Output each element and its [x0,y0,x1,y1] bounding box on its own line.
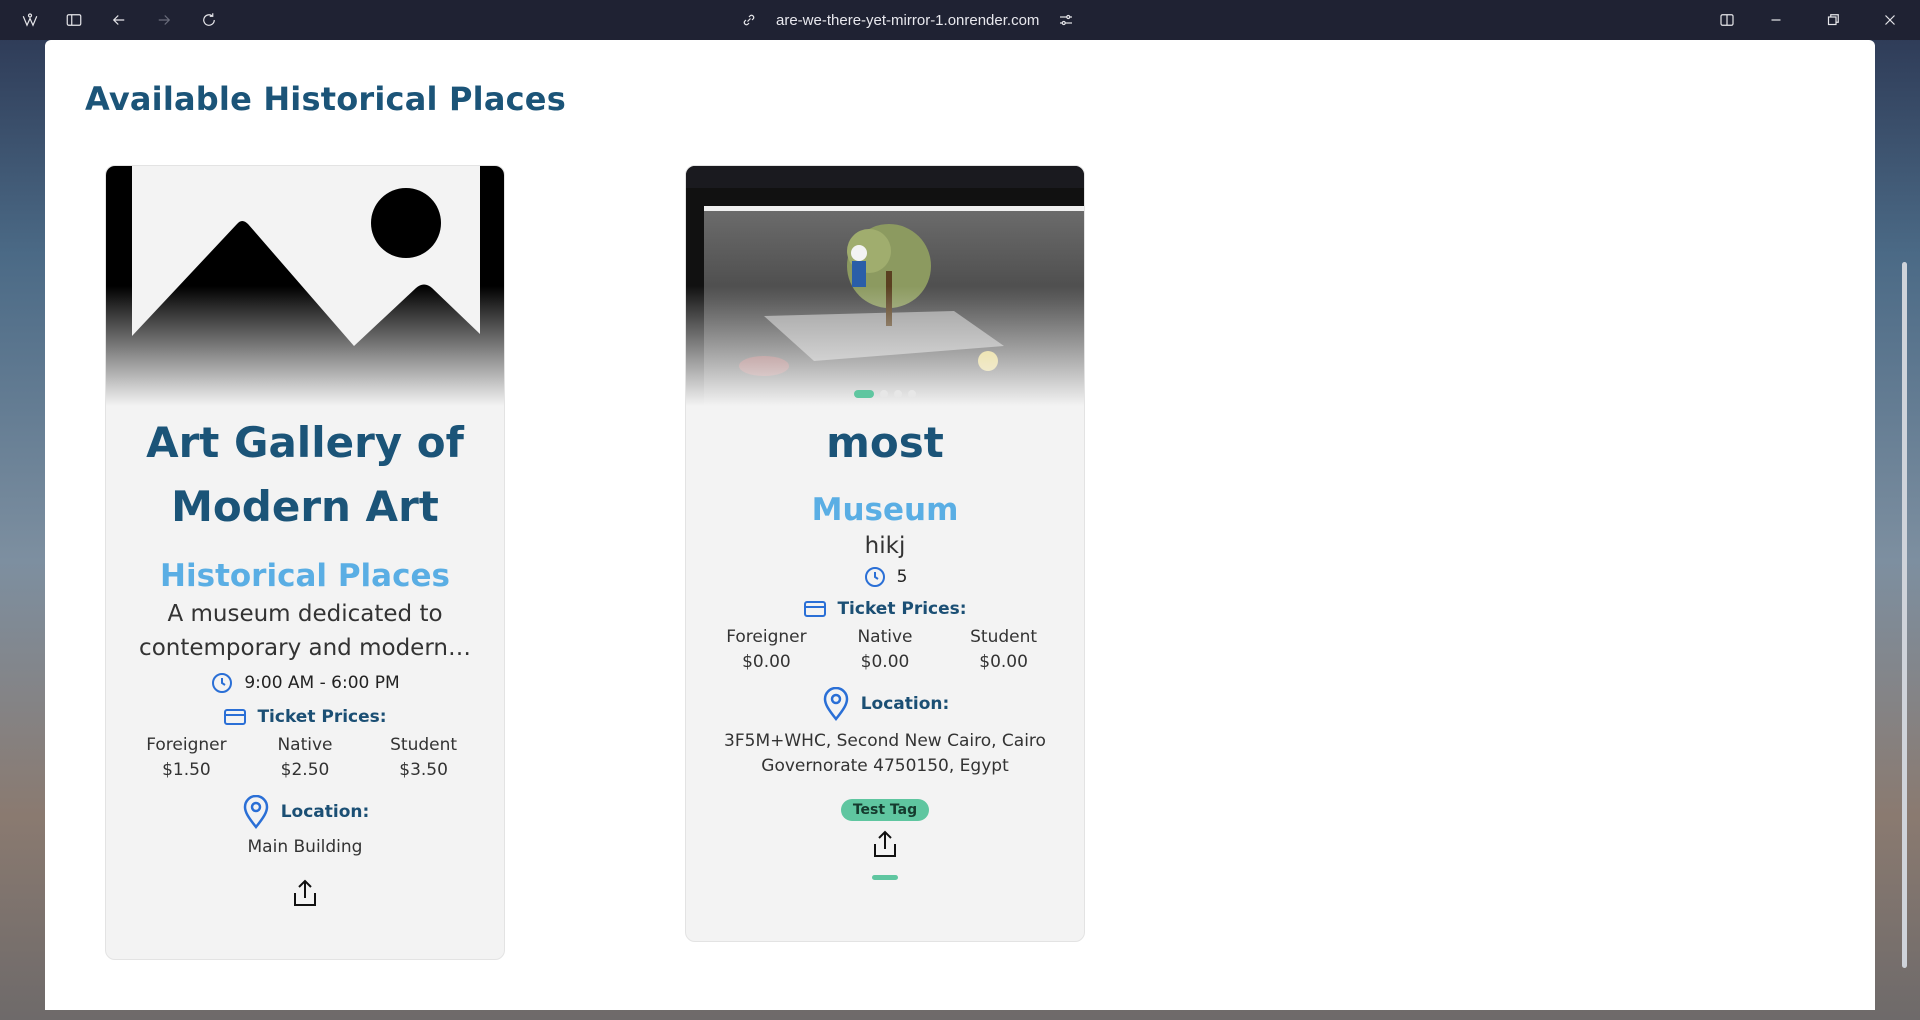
place-photo-carousel[interactable] [686,166,1084,406]
link-icon [743,14,755,26]
carousel-dot[interactable] [854,390,874,398]
site-settings-icon[interactable] [1057,11,1075,29]
tag-badge[interactable]: Test Tag [840,799,930,821]
clock-icon [864,567,885,587]
photo-browser-bar [686,166,1084,188]
price-student: Student $0.00 [945,625,1062,675]
price-value: $1.50 [162,760,211,780]
place-card[interactable]: Art Gallery of Modern Art Historical Pla… [105,165,505,960]
place-description: hikj [864,533,906,559]
location-text: Main Building [247,837,363,857]
ticket-prices-header: Ticket Prices: [686,599,1084,619]
place-card[interactable]: most Museum hikj 5 Ticket Prices: Foreig… [685,165,1085,942]
card-indicator [872,875,898,880]
minimize-icon[interactable] [1762,6,1790,34]
browser-toolbar: are-we-there-yet-mirror-1.onrender.com [0,0,1920,40]
price-list: Foreigner $0.00 Native $0.00 Student $0.… [686,625,1084,675]
place-description: A museum dedicated to contemporary and m… [139,601,471,661]
location-label: Location: [280,802,370,822]
hours-text: 9:00 AM - 6:00 PM [244,673,400,693]
opening-hours: 5 [686,565,1084,589]
browser-logo-icon[interactable] [16,6,44,34]
price-value: $0.00 [860,652,910,672]
page-title: Available Historical Places [85,80,566,118]
reload-icon[interactable] [195,6,223,34]
price-list: Foreigner $1.50 Native $2.50 Student $3.… [106,733,504,783]
place-category: Museum [811,492,959,528]
forward-arrow-icon[interactable] [150,6,178,34]
close-icon[interactable] [1876,6,1904,34]
place-name: Art Gallery of Modern Art [146,418,464,531]
price-value: $0.00 [979,652,1028,672]
hours-text: 5 [896,567,908,587]
location-header: Location: [686,687,1084,721]
price-value: $3.50 [399,760,448,780]
carousel-dot[interactable] [908,390,916,398]
price-value: $2.50 [280,760,330,780]
price-label: Student [390,735,458,755]
carousel-dot[interactable] [880,390,888,398]
location-header: Location: [106,795,504,829]
ticket-prices-label: Ticket Prices: [257,707,387,727]
price-foreigner: Foreigner $0.00 [708,625,825,675]
price-value: $0.00 [742,652,791,672]
image-placeholder-icon [106,166,504,406]
price-foreigner: Foreigner $1.50 [128,733,245,783]
share-button[interactable] [106,878,504,908]
price-label: Foreigner [726,627,807,647]
split-view-icon[interactable] [1713,6,1741,34]
share-icon[interactable] [871,829,899,859]
carousel-dots[interactable] [686,390,1084,398]
price-label: Student [970,627,1038,647]
page-content: Available Historical Places Art Gallery … [45,40,1875,1010]
scrollbar-thumb[interactable] [1902,262,1907,968]
back-arrow-icon[interactable] [105,6,133,34]
map-pin-icon [243,795,268,829]
credit-card-icon [804,601,827,617]
price-label: Foreigner [146,735,227,755]
price-native: Native $2.50 [247,733,364,783]
url-text[interactable]: are-we-there-yet-mirror-1.onrender.com [776,12,1039,29]
location-label: Location: [860,694,950,714]
opening-hours: 9:00 AM - 6:00 PM [106,671,504,695]
map-pin-icon [823,687,848,721]
address-bar[interactable]: are-we-there-yet-mirror-1.onrender.com [740,0,1075,40]
carousel-dot[interactable] [894,390,902,398]
place-name: most [826,418,944,467]
place-category: Historical Places [160,558,450,594]
location-text: 3F5M+WHC, Second New Cairo, Cairo Govern… [724,731,1046,776]
price-student: Student $3.50 [365,733,482,783]
ticket-prices-label: Ticket Prices: [837,599,967,619]
share-icon[interactable] [291,878,319,908]
clock-icon [212,673,233,693]
share-button[interactable] [686,829,1084,859]
price-native: Native $0.00 [827,625,944,675]
restore-icon[interactable] [1819,6,1847,34]
ticket-prices-header: Ticket Prices: [106,707,504,727]
price-label: Native [857,627,913,647]
credit-card-icon [224,709,247,725]
price-label: Native [277,735,333,755]
sidebar-toggle-icon[interactable] [60,6,88,34]
tag-list: Test Tag [686,799,1084,821]
